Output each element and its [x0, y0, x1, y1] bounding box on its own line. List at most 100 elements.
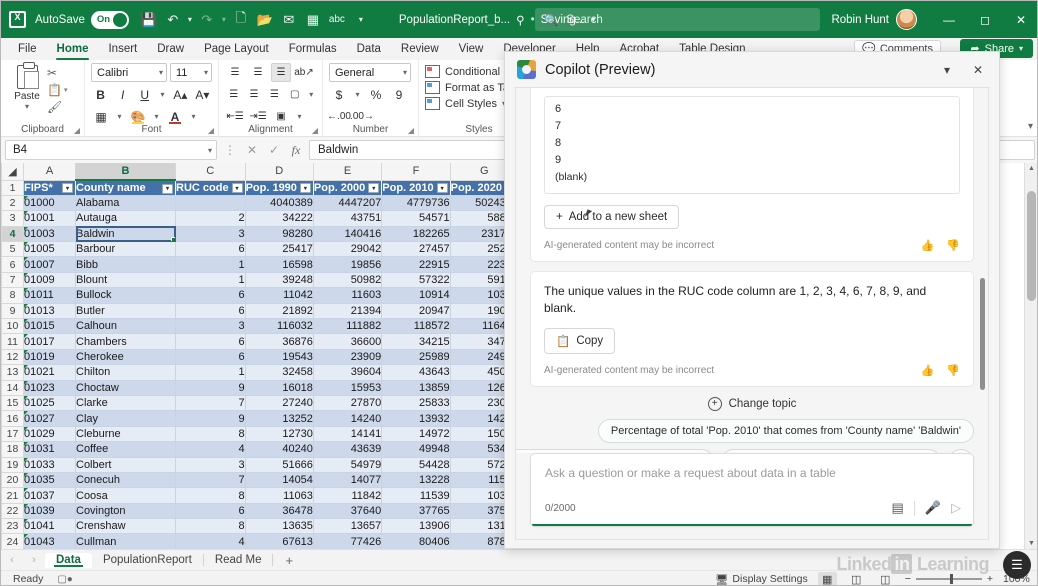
row-header-5[interactable]: 5 [1, 241, 24, 258]
copilot-conversation[interactable]: 6 7 8 9 (blank) + Add to a new sheet AI-… [516, 88, 988, 453]
name-box[interactable]: B4 ▾ [5, 140, 217, 160]
grid-cell-C17[interactable]: 8 [175, 426, 246, 443]
grid-cell-D6[interactable]: 16598 [245, 256, 314, 273]
grid-cell-A4[interactable]: 01003 [23, 226, 76, 243]
grid-cell-F16[interactable]: 13932 [381, 410, 451, 427]
table-row[interactable]: 2301041Crenshaw81363513657139061319713 [1, 518, 588, 535]
grid-cell-B5[interactable]: Barbour [75, 241, 176, 258]
grid-cell-E12[interactable]: 23909 [313, 349, 383, 366]
grid-cell-F21[interactable]: 11539 [381, 487, 451, 504]
grid-cell-C5[interactable]: 6 [175, 241, 246, 258]
table-row[interactable]: 701009Blount13924850982573225913059 [1, 271, 588, 289]
grid-cell-F5[interactable]: 27457 [381, 241, 451, 258]
zoom-in-button[interactable]: + [987, 573, 993, 585]
filter-icon[interactable]: ▾ [231, 183, 243, 193]
column-header-b[interactable]: B [75, 163, 176, 181]
grid-cell-D12[interactable]: 19543 [245, 349, 314, 366]
grid-cell-F13[interactable]: 43643 [381, 364, 451, 381]
orientation-icon[interactable]: ab↗ [294, 63, 314, 82]
grid-cell-A8[interactable]: 01011 [23, 287, 76, 304]
redo-icon[interactable]: ↷ [195, 8, 219, 32]
user-account[interactable]: Robin Hunt [831, 9, 917, 30]
close-icon[interactable]: ✕ [967, 63, 989, 77]
grid-cell-E7[interactable]: 50982 [313, 272, 383, 289]
grid-cell-E23[interactable]: 13657 [313, 518, 383, 535]
row-header-22[interactable]: 22 [1, 502, 24, 520]
underline-button[interactable]: U [135, 85, 154, 104]
grid-cell-C15[interactable]: 7 [175, 395, 246, 412]
thumbs-down-icon[interactable]: 👎 [946, 364, 960, 377]
grid-cell-C13[interactable]: 1 [175, 364, 246, 381]
send-icon[interactable]: ▷ [951, 500, 961, 516]
grid-cell-B7[interactable]: Blount [75, 272, 176, 289]
vertical-scroll-thumb[interactable] [1027, 191, 1036, 301]
row-header-18[interactable]: 18 [1, 441, 24, 458]
grid-cell-C2[interactable] [175, 195, 246, 212]
document-filename[interactable]: PopulationReport_b... [399, 14, 510, 26]
grid-cell-C18[interactable]: 4 [175, 441, 246, 458]
sheet-nav-next-icon[interactable]: › [23, 554, 45, 566]
comma-format-icon[interactable]: 9 [389, 85, 409, 104]
grid-cell-B10[interactable]: Calhoun [75, 318, 176, 335]
grid-cell-A15[interactable]: 01025 [23, 395, 76, 412]
grid-cell-E22[interactable]: 37640 [313, 503, 383, 520]
number-dialog-launcher[interactable]: ◢ [408, 126, 414, 135]
grid-cell-F24[interactable]: 80406 [381, 533, 451, 549]
column-header-c[interactable]: C [175, 163, 246, 181]
grid-cell-D20[interactable]: 14054 [245, 472, 314, 489]
grid-cell-E10[interactable]: 111882 [313, 318, 383, 335]
grid-cell-B23[interactable]: Crenshaw [75, 518, 176, 535]
grid-cell-E9[interactable]: 21394 [313, 303, 383, 320]
row-header-20[interactable]: 20 [1, 471, 24, 489]
scroll-down-icon[interactable]: ▼ [1025, 540, 1037, 547]
grid-cell-B3[interactable]: Autauga [75, 210, 176, 227]
grid-cell-B11[interactable]: Chambers [75, 333, 176, 350]
grid-cell-E11[interactable]: 36600 [313, 333, 383, 350]
confirm-icon[interactable]: ✓ [265, 143, 283, 157]
microphone-icon[interactable]: 🎤 [925, 500, 941, 516]
grid-cell-E15[interactable]: 27870 [313, 395, 383, 412]
grid-cell-F10[interactable]: 118572 [381, 318, 451, 335]
grid-cell-A9[interactable]: 01013 [23, 303, 76, 320]
table-row[interactable]: 601007Bibb11659819856229152230022 [1, 256, 588, 273]
column-header-f[interactable]: F [381, 163, 451, 181]
grid-cell-C4[interactable]: 3 [175, 226, 246, 243]
row-header-24[interactable]: 24 [1, 533, 24, 549]
grid-cell-C22[interactable]: 6 [175, 503, 246, 520]
grid-cell-E4[interactable]: 140416 [313, 226, 383, 243]
grid-cell-C21[interactable]: 8 [175, 487, 246, 504]
row-header-21[interactable]: 21 [1, 487, 24, 504]
grid-cell-B20[interactable]: Conecuh [75, 472, 176, 489]
table-row[interactable]: 1301021Chilton13245839604436434500945 [1, 364, 588, 381]
grid-cell-A11[interactable]: 01017 [23, 333, 76, 350]
filter-icon[interactable]: ▾ [299, 183, 311, 193]
grid-cell-D7[interactable]: 39248 [245, 272, 314, 289]
grid-cell-C14[interactable]: 9 [175, 380, 246, 396]
ribbon-tab-home[interactable]: Home [48, 41, 98, 60]
grid-cell-A7[interactable]: 01009 [23, 272, 76, 289]
grid-cell-D8[interactable]: 11042 [245, 287, 314, 304]
grid-cell-D3[interactable]: 34222 [245, 210, 314, 227]
align-center-icon[interactable]: ☰ [245, 85, 262, 104]
grid-cell-E8[interactable]: 11603 [313, 287, 383, 304]
ribbon-tab-insert[interactable]: Insert [99, 41, 146, 57]
grid-cell-B9[interactable]: Butler [75, 303, 176, 320]
grid-cell-C12[interactable]: 6 [175, 349, 246, 366]
table-row[interactable]: 2001035Conecuh71405414077132281159711 [1, 471, 588, 489]
grid-cell-F14[interactable]: 13859 [381, 380, 451, 396]
ribbon-tab-formulas[interactable]: Formulas [280, 41, 346, 57]
grid-cell-F17[interactable]: 14972 [381, 426, 451, 443]
row-header-13[interactable]: 13 [1, 364, 24, 381]
vertical-scrollbar[interactable]: ▲ ▼ [1024, 163, 1037, 549]
grid-cell-A2[interactable]: 01000 [23, 195, 76, 212]
grid-cell-A23[interactable]: 01041 [23, 518, 76, 535]
grid-cell-B16[interactable]: Clay [75, 410, 176, 427]
grid-cell-E14[interactable]: 15953 [313, 380, 383, 396]
undo-icon[interactable]: ↶ [161, 8, 185, 32]
ribbon-tab-page-layout[interactable]: Page Layout [195, 41, 278, 57]
grid-cell-D23[interactable]: 13635 [245, 518, 314, 535]
thumbs-up-icon[interactable]: 👍 [921, 364, 935, 377]
grid-cell-E20[interactable]: 14077 [313, 472, 383, 489]
zoom-knob[interactable] [949, 574, 953, 584]
grid-cell-C11[interactable]: 6 [175, 333, 246, 350]
